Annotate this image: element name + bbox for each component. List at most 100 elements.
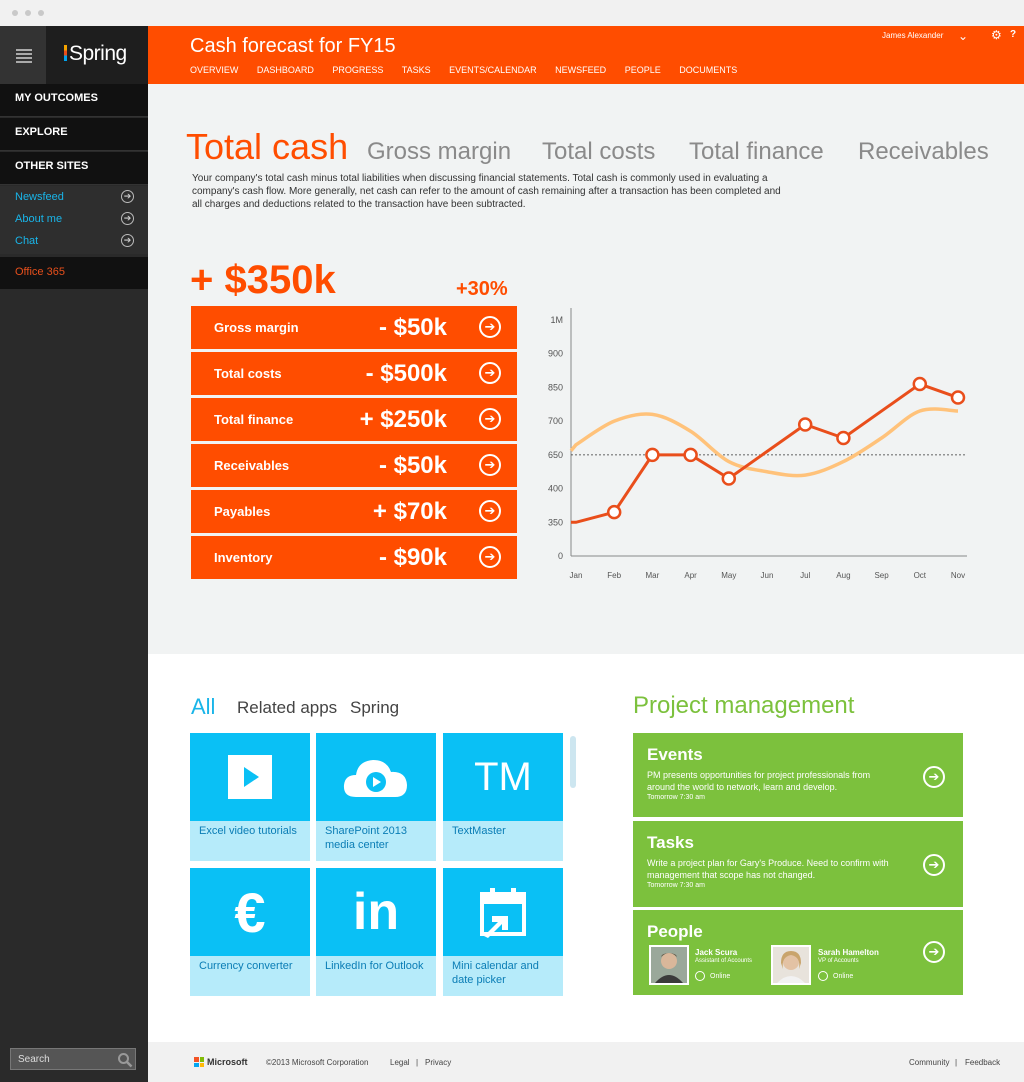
arrow-right-icon[interactable]: ➔ [479,316,501,338]
tab-total-cash[interactable]: Total cash [186,126,348,168]
cash-forecast-chart: 0 350 400 650 700 850 900 1M Jan Feb Mar Apr May Jun J… [548,308,967,580]
search-icon[interactable] [116,1051,134,1069]
avatar[interactable] [771,945,811,985]
sidebar-item-office-365[interactable]: Office 365 [0,257,148,289]
arrow-right-icon[interactable]: ➔ [923,766,945,788]
arrow-right-icon[interactable]: ➔ [121,234,134,247]
menu-icon[interactable] [0,26,46,84]
linkedin-glyph: in [352,883,400,941]
footer-brand: Microsoft [207,1057,248,1067]
sidebar-item-my-outcomes[interactable]: MY OUTCOMES [0,84,148,117]
nav-newsfeed[interactable]: NEWSFEED [555,65,606,75]
app-tile-label: Excel video tutorials [190,821,310,861]
tab-total-finance[interactable]: Total finance [689,138,824,166]
sidebar-link-about-me[interactable]: About me [15,213,62,225]
arrow-right-icon[interactable]: ➔ [479,454,501,476]
chevron-down-icon[interactable]: ⌄ [958,29,968,43]
x-tick-label: Jun [761,571,774,580]
sidebar-item-explore[interactable]: EXPLORE [0,118,148,151]
avatar[interactable] [649,945,689,985]
cloud-play-icon [316,733,436,821]
arrow-right-icon[interactable]: ➔ [479,500,501,522]
apps-tab-related[interactable]: Related apps [237,698,337,718]
footer-link-community[interactable]: Community [909,1058,949,1067]
nav-overview[interactable]: OVERVIEW [190,65,238,75]
nav-tasks[interactable]: TASKS [402,65,431,75]
app-tile[interactable]: € Currency converter [190,868,310,996]
sidebar-link-newsfeed[interactable]: Newsfeed [15,191,64,203]
sidebar-link-chat[interactable]: Chat [15,235,38,247]
breakdown-row[interactable]: Receivables - $50k ➔ [191,444,517,487]
app-tile[interactable]: Excel video tutorials [190,733,310,861]
apps-tab-spring[interactable]: Spring [350,698,399,718]
footer-link-feedback[interactable]: Feedback [965,1058,1000,1067]
window-chrome [0,0,1024,26]
breakdown-value: - $50k [378,314,447,341]
user-name[interactable]: James Alexander [882,31,943,40]
linkedin-icon: in [316,868,436,956]
breakdown-label: Total finance [214,412,294,427]
trademark-icon: TM [443,733,563,821]
app-tile[interactable]: in LinkedIn for Outlook [316,868,436,996]
y-tick-label: 400 [548,484,563,494]
arrow-right-icon[interactable]: ➔ [923,941,945,963]
apps-scrollbar[interactable] [570,736,576,788]
person-name: Sarah Hamelton [818,948,879,957]
search-input[interactable]: Search [10,1048,136,1070]
nav-people[interactable]: PEOPLE [625,65,661,75]
x-tick-label: Mar [646,571,660,580]
footer-separator: | [955,1058,958,1067]
apps-tab-all[interactable]: All [191,694,215,720]
nav-progress[interactable]: PROGRESS [332,65,383,75]
app-tile[interactable]: TM TextMaster [443,733,563,861]
breakdown-row[interactable]: Inventory - $90k ➔ [191,536,517,579]
pm-card-events[interactable]: Events PM presents opportunities for pro… [633,733,963,817]
pm-card-title: Tasks [647,833,694,852]
tab-gross-margin[interactable]: Gross margin [367,138,511,166]
pm-card-tasks[interactable]: Tasks Write a project plan for Gary's Pr… [633,821,963,907]
arrow-right-icon[interactable]: ➔ [121,212,134,225]
footer-link-legal[interactable]: Legal [390,1058,410,1067]
arrow-right-icon[interactable]: ➔ [479,408,501,430]
calendar-icon [443,868,563,956]
app-tile[interactable]: Mini calendar and date picker [443,868,563,996]
tab-total-costs[interactable]: Total costs [542,138,655,166]
arrow-right-icon[interactable]: ➔ [923,854,945,876]
tab-receivables[interactable]: Receivables [858,138,989,166]
data-point [645,447,660,463]
breakdown-row[interactable]: Payables + $70k ➔ [191,490,517,533]
footer-link-privacy[interactable]: Privacy [425,1058,451,1067]
data-point [836,430,851,446]
gear-icon[interactable]: ⚙ [991,28,1002,42]
pm-card-text: Write a project plan for Gary's Produce.… [647,858,889,880]
breakdown-row[interactable]: Gross margin - $50k ➔ [191,306,517,349]
series-trend-line [569,407,959,478]
breakdown-value: - $50k [378,452,447,479]
sidebar-item-other-sites[interactable]: OTHER SITES [0,152,148,185]
app-tile[interactable]: SharePoint 2013 media center [316,733,436,861]
pm-card-people[interactable]: People Jack Scura Assistant of Accounts … [633,910,963,995]
person-status: Online [710,973,731,980]
arrow-right-icon[interactable]: ➔ [479,546,501,568]
pm-card-title: Events [647,745,703,764]
logo-mark-icon [64,45,67,61]
breakdown-row[interactable]: Total costs - $500k ➔ [191,352,517,395]
arrow-right-icon[interactable]: ➔ [121,190,134,203]
person-role: VP of Accounts [818,958,859,964]
help-icon[interactable]: ? [1010,29,1016,40]
page-title: Cash forecast for FY15 [190,35,396,57]
nav-documents[interactable]: DOCUMENTS [679,65,737,75]
breakdown-label: Total costs [214,366,282,381]
arrow-right-icon[interactable]: ➔ [479,362,501,384]
app-logo[interactable]: Spring [64,42,127,66]
app-tile-label: LinkedIn for Outlook [316,956,436,996]
pm-card-time: Tomorrow 7:30 am [647,882,705,889]
x-tick-label: Apr [684,571,697,580]
nav-dashboard[interactable]: DASHBOARD [257,65,314,75]
person-status: Online [833,973,854,980]
x-tick-label: Feb [607,571,621,580]
breakdown-label: Inventory [214,550,273,565]
nav-events-calendar[interactable]: EVENTS/CALENDAR [449,65,537,75]
breakdown-row[interactable]: Total finance + $250k ➔ [191,398,517,441]
breakdown-label: Gross margin [214,320,299,335]
